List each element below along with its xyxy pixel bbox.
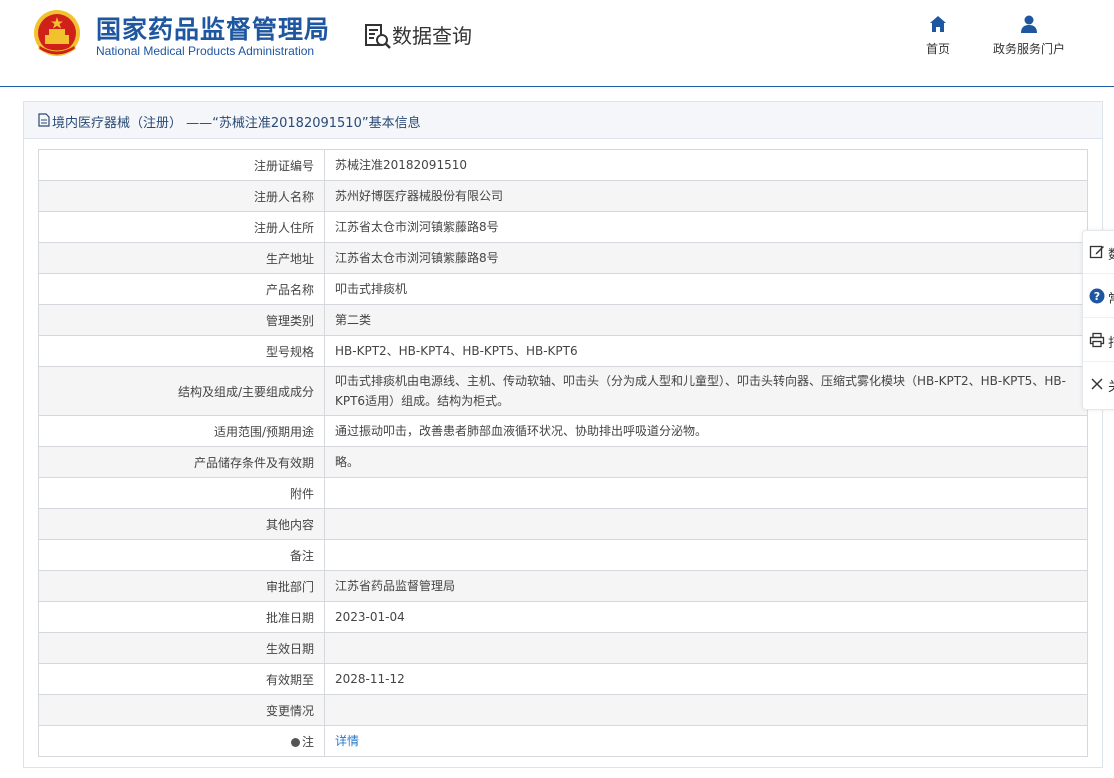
table-row: 产品名称 叩击式排痰机 (38, 273, 1088, 305)
row-value: 江苏省太仓市浏河镇紫藤路8号 (324, 211, 1088, 243)
table-row: 结构及组成/主要组成成分 叩击式排痰机由电源线、主机、传动软轴、叩击头（分为成人型… (38, 366, 1088, 416)
row-value (324, 477, 1088, 509)
info-table: 注册证编号 苏械注准20182091510 注册人名称 苏州好博医疗器械股份有限公司… (38, 149, 1088, 757)
print-icon (1089, 332, 1105, 348)
data-query-label: 数据查询 (392, 24, 472, 48)
row-key: 结构及组成/主要组成成分 (38, 366, 325, 416)
row-key: 注册人住所 (38, 211, 325, 243)
row-value: 苏州好博医疗器械股份有限公司 (324, 180, 1088, 212)
svg-text:?: ? (1094, 290, 1100, 303)
row-key: 审批部门 (38, 570, 325, 602)
row-value (324, 508, 1088, 540)
row-key: 其他内容 (38, 508, 325, 540)
site-logo-title[interactable]: 国家药品监督管理局 (96, 10, 330, 46)
row-key: 注 (38, 725, 325, 757)
toolbar-item-label: 常 (1108, 288, 1114, 307)
table-row: 产品储存条件及有效期 略。 (38, 446, 1088, 478)
note-label: 注 (301, 734, 314, 749)
table-row: 生产地址 江苏省太仓市浏河镇紫藤路8号 (38, 242, 1088, 274)
row-value: 江苏省药品监督管理局 (324, 570, 1088, 602)
toolbar-item-label: 数 (1108, 244, 1114, 263)
row-value: HB-KPT2、HB-KPT4、HB-KPT5、HB-KPT6 (324, 335, 1088, 367)
panel-header: 境内医疗器械（注册） ——“苏械注准20182091510”基本信息 (24, 102, 1102, 139)
row-key: 变更情况 (38, 694, 325, 726)
edit-icon (1089, 245, 1104, 259)
help-icon: ? (1089, 288, 1105, 304)
table-row: 生效日期 (38, 632, 1088, 664)
row-key: 注册人名称 (38, 180, 325, 212)
row-value: 江苏省太仓市浏河镇紫藤路8号 (324, 242, 1088, 274)
table-row: 注册人住所 江苏省太仓市浏河镇紫藤路8号 (38, 211, 1088, 243)
row-key: 管理类别 (38, 304, 325, 336)
table-row: 管理类别 第二类 (38, 304, 1088, 336)
table-row: 注 详情 (38, 725, 1088, 757)
nav-home-label: 首页 (925, 42, 950, 56)
user-icon (1021, 15, 1037, 33)
toolbar-item-close[interactable]: 关 (1083, 363, 1114, 405)
detail-panel: 境内医疗器械（注册） ——“苏械注准20182091510”基本信息 注册证编号… (23, 101, 1103, 768)
row-key: 型号规格 (38, 335, 325, 367)
row-value: 略。 (324, 446, 1088, 478)
table-row: 注册证编号 苏械注准20182091510 (38, 149, 1088, 181)
details-link[interactable]: 详情 (335, 734, 359, 748)
document-icon (38, 113, 50, 127)
table-row: 变更情况 (38, 694, 1088, 726)
row-key: 适用范围/预期用途 (38, 415, 325, 447)
row-value: 通过振动叩击，改善患者肺部血液循环状况、协助排出呼吸道分泌物。 (324, 415, 1088, 447)
row-key: 生效日期 (38, 632, 325, 664)
site-logo-subtitle[interactable]: National Medical Products Administration (96, 44, 314, 58)
table-row: 有效期至 2028-11-12 (38, 663, 1088, 695)
toolbar-item-label: 关 (1108, 376, 1114, 395)
row-key: 批准日期 (38, 601, 325, 633)
toolbar-item-data[interactable]: 数 (1083, 231, 1114, 274)
row-value: 叩击式排痰机由电源线、主机、传动软轴、叩击头（分为成人型和儿童型）、叩击头转向器… (324, 366, 1088, 416)
row-key: 产品名称 (38, 273, 325, 305)
row-value: 2023-01-04 (324, 601, 1088, 633)
national-emblem-icon (34, 10, 80, 56)
nav-portal-label: 政务服务门户 (992, 42, 1065, 56)
toolbar-item-label: 打 (1108, 332, 1114, 351)
row-value (324, 632, 1088, 664)
row-key: 生产地址 (38, 242, 325, 274)
nav-home[interactable]: 首页 (920, 14, 956, 57)
row-value: 叩击式排痰机 (324, 273, 1088, 305)
row-value: 2028-11-12 (324, 663, 1088, 695)
site-header: 国家药品监督管理局 National Medical Products Admi… (0, 0, 1114, 87)
table-row: 适用范围/预期用途 通过振动叩击，改善患者肺部血液循环状况、协助排出呼吸道分泌物。 (38, 415, 1088, 447)
toolbar-item-print[interactable]: 打 (1083, 319, 1114, 362)
row-value: 第二类 (324, 304, 1088, 336)
table-row: 其他内容 (38, 508, 1088, 540)
panel-title: 境内医疗器械（注册） ——“苏械注准20182091510”基本信息 (52, 116, 421, 131)
row-key: 有效期至 (38, 663, 325, 695)
floating-toolbar: 数 ? 常 打 关 (1082, 230, 1114, 410)
table-row: 附件 (38, 477, 1088, 509)
row-key: 产品储存条件及有效期 (38, 446, 325, 478)
row-value (324, 539, 1088, 571)
close-icon (1091, 378, 1103, 390)
table-row: 型号规格 HB-KPT2、HB-KPT4、HB-KPT5、HB-KPT6 (38, 335, 1088, 367)
table-row: 审批部门 江苏省药品监督管理局 (38, 570, 1088, 602)
row-value: 详情 (324, 725, 1088, 757)
row-key: 注册证编号 (38, 149, 325, 181)
nav-service-portal[interactable]: 政务服务门户 (985, 14, 1073, 57)
lightbulb-icon (290, 737, 300, 747)
search-document-icon (365, 24, 391, 49)
row-value (324, 694, 1088, 726)
toolbar-item-faq[interactable]: ? 常 (1083, 275, 1114, 318)
table-row: 批准日期 2023-01-04 (38, 601, 1088, 633)
row-value: 苏械注准20182091510 (324, 149, 1088, 181)
row-key: 备注 (38, 539, 325, 571)
table-row: 备注 (38, 539, 1088, 571)
row-key: 附件 (38, 477, 325, 509)
table-row: 注册人名称 苏州好博医疗器械股份有限公司 (38, 180, 1088, 212)
home-icon (930, 16, 946, 32)
